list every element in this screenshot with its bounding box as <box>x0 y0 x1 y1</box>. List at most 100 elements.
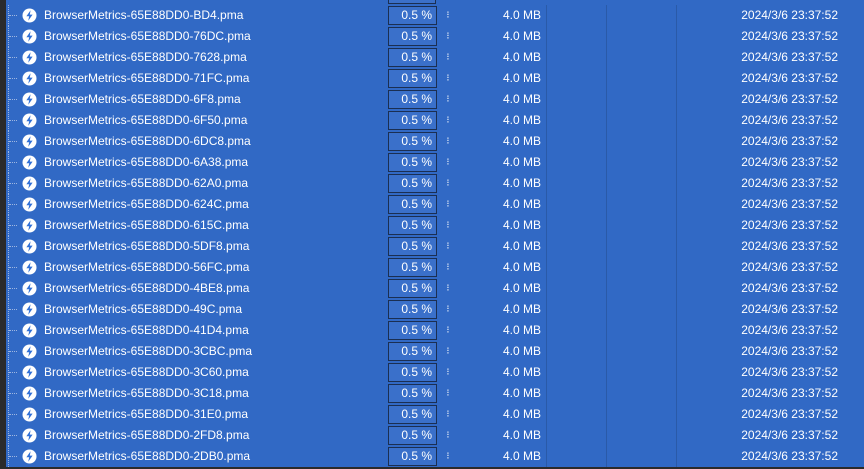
column-separator <box>676 110 677 131</box>
tree-connector <box>6 47 18 68</box>
file-size: 4.0 MB <box>502 50 541 64</box>
column-separator <box>606 194 607 215</box>
column-separator <box>606 110 607 131</box>
file-row[interactable]: BrowserMetrics-65E88DD0-5DF8.pma 0.5 % ⁝… <box>0 236 864 257</box>
column-separator <box>606 152 607 173</box>
column-separator <box>546 320 547 341</box>
column-grip: ⁝ <box>446 283 450 294</box>
file-row[interactable]: BrowserMetrics-65E88DD0-2FD8.pma 0.5 % ⁝… <box>0 425 864 446</box>
file-row[interactable]: BrowserMetrics-65E88DD0-3CBC.pma 0.5 % ⁝… <box>0 341 864 362</box>
column-separator <box>676 131 677 152</box>
column-separator <box>676 278 677 299</box>
file-name: BrowserMetrics-65E88DD0-2DB0.pma <box>44 449 251 463</box>
file-row[interactable]: BrowserMetrics-65E88DD0-6A38.pma 0.5 % ⁝… <box>0 152 864 173</box>
file-row[interactable]: BrowserMetrics-65E88DD0-56FC.pma 0.5 % ⁝… <box>0 257 864 278</box>
column-separator <box>676 257 677 278</box>
column-separator <box>606 257 607 278</box>
file-row[interactable]: BrowserMetrics-65E88DD0-3C18.pma 0.5 % ⁝… <box>0 383 864 404</box>
column-separator <box>546 194 547 215</box>
file-size: 4.0 MB <box>502 407 541 421</box>
file-name: BrowserMetrics-65E88DD0-62A0.pma <box>44 176 249 190</box>
file-size: 4.0 MB <box>502 155 541 169</box>
modified-date: 2024/3/6 23:37:52 <box>741 260 838 274</box>
file-row[interactable]: BrowserMetrics-65E88DD0-6DC8.pma 0.5 % ⁝… <box>0 131 864 152</box>
column-separator <box>546 131 547 152</box>
column-separator <box>676 152 677 173</box>
file-name: BrowserMetrics-65E88DD0-3C18.pma <box>44 386 249 400</box>
column-separator <box>546 215 547 236</box>
file-size: 4.0 MB <box>502 386 541 400</box>
file-row[interactable]: BrowserMetrics-65E88DD0-624C.pma 0.5 % ⁝… <box>0 194 864 215</box>
file-row[interactable]: BrowserMetrics-65E88DD0-6F8.pma 0.5 % ⁝ … <box>0 89 864 110</box>
tree-connector <box>6 194 18 215</box>
file-name: BrowserMetrics-65E88DD0-76DC.pma <box>44 29 251 43</box>
file-name: BrowserMetrics-65E88DD0-4BE8.pma <box>44 281 250 295</box>
file-name: BrowserMetrics-65E88DD0-71FC.pma <box>44 71 250 85</box>
column-grip: ⁝ <box>446 136 450 147</box>
column-separator <box>676 341 677 362</box>
file-row[interactable]: BrowserMetrics-65E88DD0-7628.pma 0.5 % ⁝… <box>0 47 864 68</box>
file-row[interactable]: BrowserMetrics-65E88DD0-4BE8.pma 0.5 % ⁝… <box>0 278 864 299</box>
modified-date: 2024/3/6 23:37:52 <box>741 92 838 106</box>
percent-box: 0.5 % <box>388 153 437 172</box>
percent-box: 0.5 % <box>388 321 437 340</box>
bolt-file-icon <box>22 323 37 338</box>
modified-date: 2024/3/6 23:37:52 <box>741 449 838 463</box>
file-name: BrowserMetrics-65E88DD0-31E0.pma <box>44 407 249 421</box>
column-separator <box>546 257 547 278</box>
file-size: 4.0 MB <box>502 29 541 43</box>
file-row[interactable]: BrowserMetrics-65E88DD0-615C.pma 0.5 % ⁝… <box>0 215 864 236</box>
file-row[interactable]: BrowserMetrics-65E88DD0-62A0.pma 0.5 % ⁝… <box>0 173 864 194</box>
modified-date: 2024/3/6 23:37:52 <box>741 323 838 337</box>
file-row[interactable]: BrowserMetrics-65E88DD0-41D4.pma 0.5 % ⁝… <box>0 320 864 341</box>
percent-box: 0.5 % <box>388 300 437 319</box>
percent-box: 0.5 % <box>388 426 437 445</box>
file-row[interactable]: BrowserMetrics-65E88DD0-BD4.pma 0.5 % ⁝ … <box>0 5 864 26</box>
column-separator <box>546 47 547 68</box>
rows-container: BrowserMetrics-65E88DD0-BD4.pma 0.5 % ⁝ … <box>0 5 864 467</box>
file-name: BrowserMetrics-65E88DD0-6DC8.pma <box>44 134 251 148</box>
tree-connector <box>6 383 18 404</box>
column-grip: ⁝ <box>446 346 450 357</box>
file-row[interactable]: BrowserMetrics-65E88DD0-76DC.pma 0.5 % ⁝… <box>0 26 864 47</box>
modified-date: 2024/3/6 23:37:52 <box>741 386 838 400</box>
column-separator <box>606 5 607 26</box>
file-row[interactable]: BrowserMetrics-65E88DD0-3C60.pma 0.5 % ⁝… <box>0 362 864 383</box>
file-size: 4.0 MB <box>502 92 541 106</box>
modified-date: 2024/3/6 23:37:52 <box>741 176 838 190</box>
bolt-file-icon <box>22 365 37 380</box>
column-separator <box>606 215 607 236</box>
percent-box: 0.5 % <box>388 132 437 151</box>
file-size: 4.0 MB <box>502 428 541 442</box>
tree-connector <box>6 89 18 110</box>
file-row[interactable]: BrowserMetrics-65E88DD0-71FC.pma 0.5 % ⁝… <box>0 68 864 89</box>
column-separator <box>606 278 607 299</box>
tree-connector <box>6 236 18 257</box>
column-separator <box>606 89 607 110</box>
column-separator <box>676 320 677 341</box>
file-row[interactable]: BrowserMetrics-65E88DD0-6F50.pma 0.5 % ⁝… <box>0 110 864 131</box>
file-name: BrowserMetrics-65E88DD0-56FC.pma <box>44 260 250 274</box>
percent-box: 0.5 % <box>388 27 437 46</box>
percent-box: 0.5 % <box>388 216 437 235</box>
tree-connector <box>6 362 18 383</box>
column-separator <box>606 173 607 194</box>
column-separator <box>606 446 607 467</box>
column-separator <box>676 26 677 47</box>
column-grip: ⁝ <box>446 409 450 420</box>
column-separator <box>546 236 547 257</box>
column-separator <box>546 89 547 110</box>
file-row[interactable]: BrowserMetrics-65E88DD0-49C.pma 0.5 % ⁝ … <box>0 299 864 320</box>
modified-date: 2024/3/6 23:37:52 <box>741 428 838 442</box>
column-separator <box>676 47 677 68</box>
column-separator <box>676 299 677 320</box>
bolt-file-icon <box>22 155 37 170</box>
file-row[interactable]: BrowserMetrics-65E88DD0-31E0.pma 0.5 % ⁝… <box>0 404 864 425</box>
file-name: BrowserMetrics-65E88DD0-6F8.pma <box>44 92 241 106</box>
tree-connector <box>6 26 18 47</box>
column-separator <box>676 236 677 257</box>
file-row[interactable]: BrowserMetrics-65E88DD0-2DB0.pma 0.5 % ⁝… <box>0 446 864 467</box>
column-separator <box>606 131 607 152</box>
tree-connector <box>6 446 18 467</box>
tree-connector <box>6 110 18 131</box>
